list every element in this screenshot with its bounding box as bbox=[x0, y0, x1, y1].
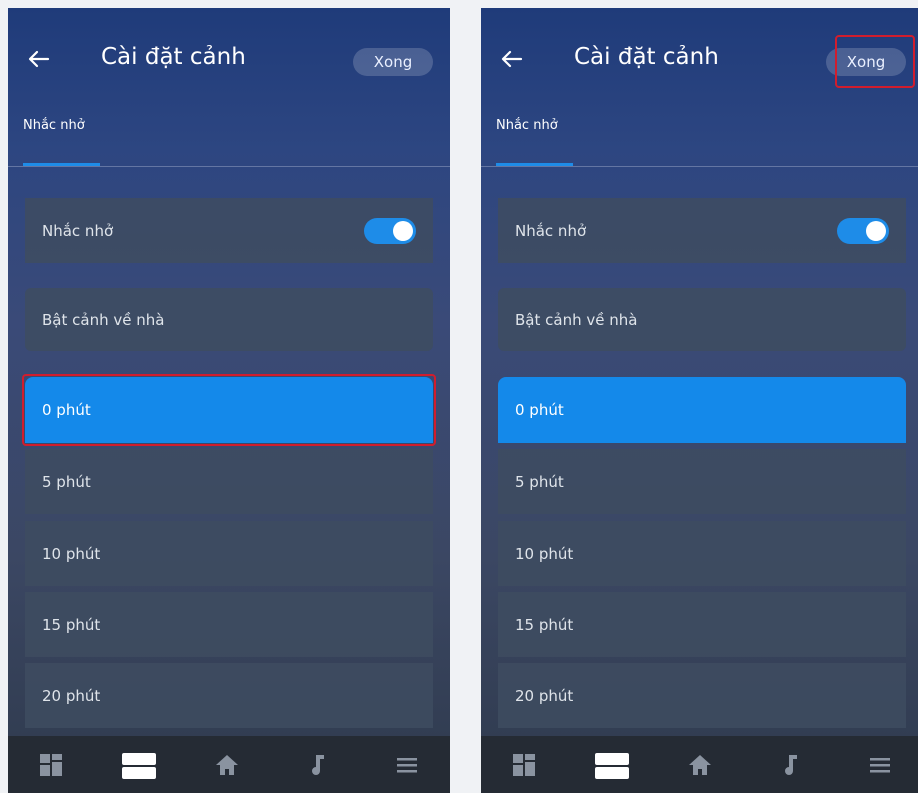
dashboard-icon[interactable] bbox=[38, 752, 64, 778]
divider bbox=[481, 166, 918, 167]
option-10[interactable]: 10 phút bbox=[498, 521, 906, 586]
back-arrow-icon[interactable] bbox=[26, 46, 52, 72]
option-10[interactable]: 10 phút bbox=[25, 521, 433, 586]
option-0[interactable]: 0 phút bbox=[498, 377, 906, 443]
done-button[interactable]: Xong bbox=[353, 48, 433, 76]
reminder-label: Nhắc nhở bbox=[42, 221, 114, 240]
tab-reminder[interactable]: Nhắc nhở bbox=[496, 118, 558, 133]
scenes-icon[interactable] bbox=[121, 752, 157, 779]
option-label: 10 phút bbox=[42, 544, 101, 563]
option-5[interactable]: 5 phút bbox=[25, 449, 433, 514]
bottom-nav bbox=[8, 736, 450, 793]
tab-reminder[interactable]: Nhắc nhở bbox=[23, 118, 85, 133]
menu-icon[interactable] bbox=[394, 752, 420, 778]
trigger-row[interactable]: Bật cảnh về nhà bbox=[498, 288, 906, 351]
toggle-knob bbox=[866, 221, 886, 241]
reminder-label: Nhắc nhở bbox=[515, 221, 587, 240]
header: Cài đặt cảnh Xong bbox=[8, 8, 450, 118]
option-15[interactable]: 15 phút bbox=[498, 592, 906, 657]
page-title: Cài đặt cảnh bbox=[101, 44, 246, 70]
reminder-toggle[interactable] bbox=[364, 218, 416, 244]
divider bbox=[8, 166, 450, 167]
bottom-nav bbox=[481, 736, 918, 793]
toggle-knob bbox=[393, 221, 413, 241]
option-label: 10 phút bbox=[515, 544, 574, 563]
page-title: Cài đặt cảnh bbox=[574, 44, 719, 70]
option-label: 5 phút bbox=[515, 472, 564, 491]
home-icon[interactable] bbox=[687, 752, 713, 778]
trigger-label: Bật cảnh về nhà bbox=[515, 310, 638, 329]
home-icon[interactable] bbox=[214, 752, 240, 778]
done-button[interactable]: Xong bbox=[826, 48, 906, 76]
dashboard-icon[interactable] bbox=[511, 752, 537, 778]
option-label: 20 phút bbox=[515, 686, 574, 705]
back-arrow-icon[interactable] bbox=[499, 46, 525, 72]
menu-icon[interactable] bbox=[867, 752, 893, 778]
scenes-icon[interactable] bbox=[594, 752, 630, 779]
reminder-row: Nhắc nhở bbox=[25, 198, 433, 263]
option-15[interactable]: 15 phút bbox=[25, 592, 433, 657]
phone-screen-left: Cài đặt cảnh Xong Nhắc nhở Nhắc nhở Bật … bbox=[8, 8, 450, 793]
option-label: 15 phút bbox=[42, 615, 101, 634]
reminder-row: Nhắc nhở bbox=[498, 198, 906, 263]
music-icon[interactable] bbox=[305, 752, 331, 778]
option-label: 20 phút bbox=[42, 686, 101, 705]
option-0[interactable]: 0 phút bbox=[25, 377, 433, 443]
trigger-row[interactable]: Bật cảnh về nhà bbox=[25, 288, 433, 351]
phone-screen-right: Cài đặt cảnh Xong Nhắc nhở Nhắc nhở Bật … bbox=[481, 8, 918, 793]
option-20[interactable]: 20 phút bbox=[25, 663, 433, 728]
option-label: 5 phút bbox=[42, 472, 91, 491]
option-label: 0 phút bbox=[42, 401, 91, 419]
reminder-toggle[interactable] bbox=[837, 218, 889, 244]
option-20[interactable]: 20 phút bbox=[498, 663, 906, 728]
option-5[interactable]: 5 phút bbox=[498, 449, 906, 514]
header: Cài đặt cảnh Xong bbox=[481, 8, 918, 118]
music-icon[interactable] bbox=[778, 752, 804, 778]
option-label: 0 phút bbox=[515, 401, 564, 419]
trigger-label: Bật cảnh về nhà bbox=[42, 310, 165, 329]
option-label: 15 phút bbox=[515, 615, 574, 634]
